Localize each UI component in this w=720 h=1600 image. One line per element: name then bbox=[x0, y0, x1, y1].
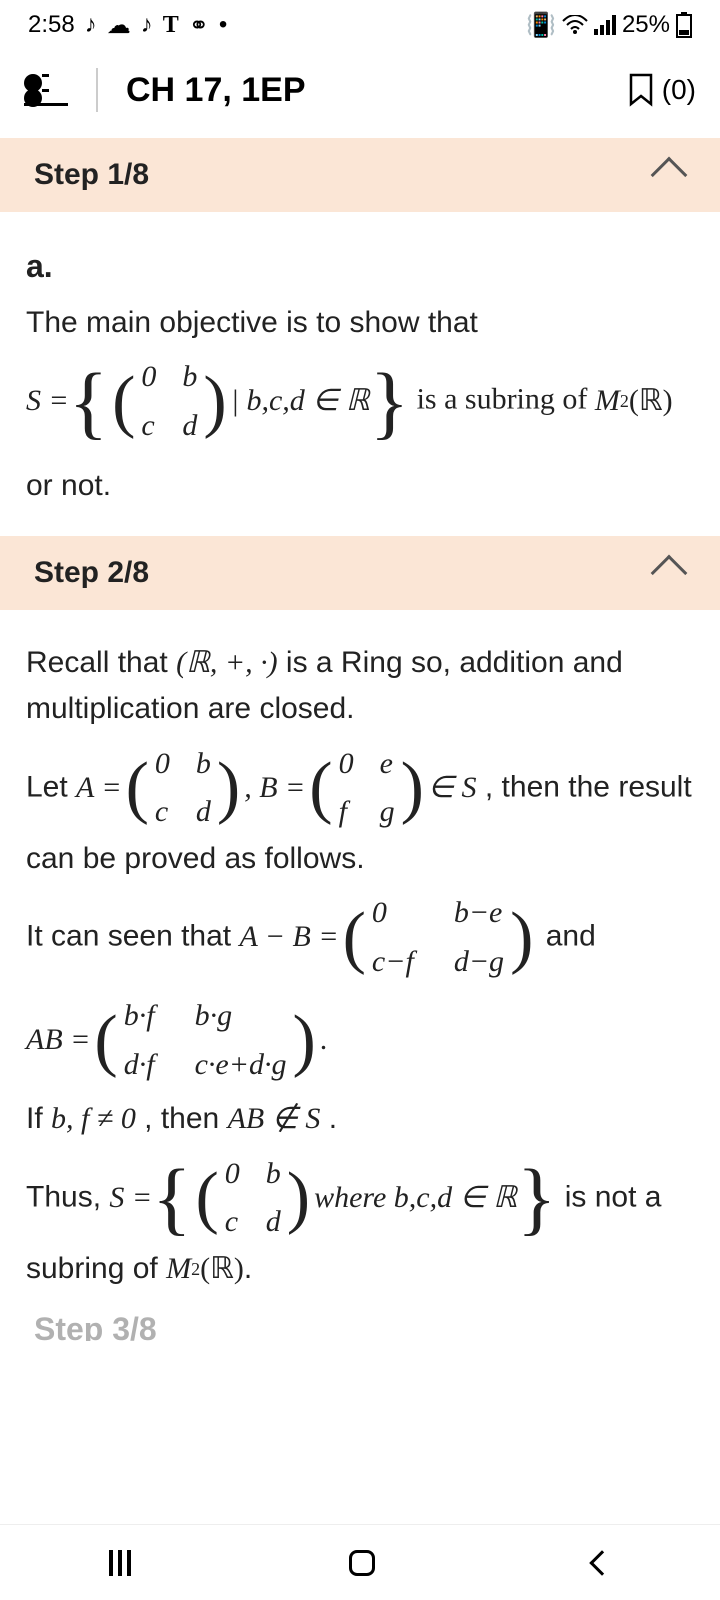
part-label: a. bbox=[26, 242, 694, 292]
menu-icon[interactable] bbox=[24, 74, 68, 106]
cloud-icon: ☁ bbox=[107, 11, 131, 40]
subring-text: is a subring of bbox=[417, 382, 595, 415]
more-icon: • bbox=[219, 11, 227, 39]
bookmark-count: (0) bbox=[662, 74, 696, 106]
conclusion: Thus, S = { ( 0b cd ) where b,c,d ∈ ℝ } … bbox=[26, 1151, 694, 1293]
battery-icon bbox=[676, 12, 692, 38]
android-nav-bar bbox=[0, 1524, 720, 1600]
or-not-text: or not. bbox=[26, 463, 694, 510]
step-1-label: Step 1/8 bbox=[34, 158, 149, 192]
signal-icon bbox=[594, 15, 616, 35]
objective-text: The main objective is to show that bbox=[26, 300, 694, 347]
bookmark-button[interactable]: (0) bbox=[628, 73, 696, 107]
page-title: CH 17, 1EP bbox=[126, 71, 600, 110]
status-bar: 2:58 ♪ ☁ ♪ T ⚭ • 📳 25% bbox=[0, 0, 720, 50]
ab-product: AB = ( b·fb·g d·fc·e+d·g ) . bbox=[26, 993, 694, 1088]
set-definition: S = { ( 0b cd ) | b,c,d ∈ ℝ } is a subri… bbox=[26, 354, 694, 449]
nav-back[interactable] bbox=[589, 1550, 614, 1575]
battery-pct: 25% bbox=[622, 11, 670, 39]
step-2-label: Step 2/8 bbox=[34, 556, 149, 590]
voicemail-icon: ⚭ bbox=[189, 11, 209, 40]
step-2-header[interactable]: Step 2/8 bbox=[0, 536, 720, 610]
status-right: 📳 25% bbox=[526, 11, 692, 40]
app-bar: CH 17, 1EP (0) bbox=[0, 50, 720, 130]
a-minus-b: It can seen that A − B = ( 0b−e c−fd−g )… bbox=[26, 890, 694, 985]
tiktok-icon: ♪ bbox=[141, 11, 153, 39]
wifi-icon bbox=[562, 15, 588, 35]
status-left: 2:58 ♪ ☁ ♪ T ⚭ • bbox=[28, 11, 227, 40]
step-3-peek[interactable]: Step 3/8 bbox=[0, 1311, 720, 1341]
text-icon: T bbox=[163, 12, 179, 39]
chevron-up-icon bbox=[651, 157, 688, 194]
nav-home[interactable] bbox=[349, 1550, 375, 1576]
nav-recents[interactable] bbox=[109, 1550, 131, 1576]
recall-text: Recall that (ℝ, +, ·) is a Ring so, addi… bbox=[26, 640, 694, 733]
let-text: Let A = ( 0b cd ) , B = ( 0e fg ) ∈ S , … bbox=[26, 741, 694, 883]
divider bbox=[96, 68, 98, 112]
step-1-header[interactable]: Step 1/8 bbox=[0, 138, 720, 212]
status-time: 2:58 bbox=[28, 11, 75, 39]
if-condition: If b, f ≠ 0 , then AB ∉ S . bbox=[26, 1096, 694, 1143]
step-1-content: a. The main objective is to show that S … bbox=[0, 212, 720, 528]
chevron-up-icon bbox=[651, 554, 688, 591]
step-2-content: Recall that (ℝ, +, ·) is a Ring so, addi… bbox=[0, 610, 720, 1311]
vibrate-icon: 📳 bbox=[526, 11, 556, 40]
s-equals: S = bbox=[26, 378, 69, 425]
bookmark-icon bbox=[628, 73, 654, 107]
tiktok-icon: ♪ bbox=[85, 11, 97, 39]
